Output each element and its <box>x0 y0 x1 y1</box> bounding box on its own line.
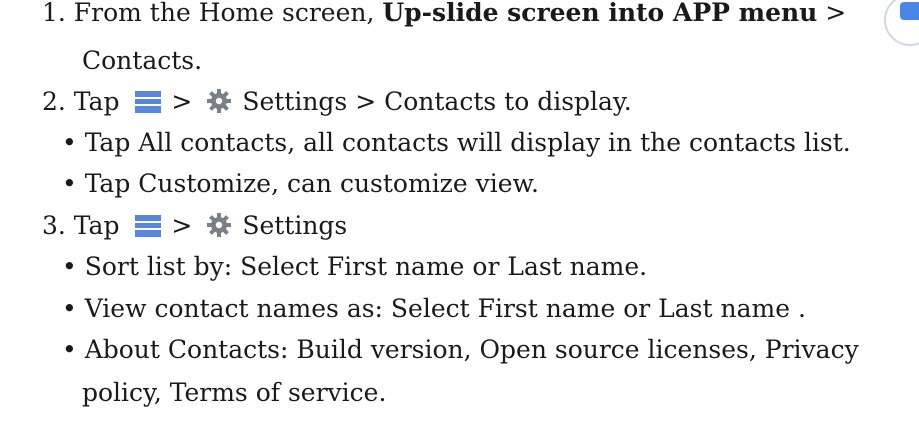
menu-icon <box>135 215 162 237</box>
step1-line1: 1. From the Home screen, Up-slide screen… <box>42 0 846 30</box>
step2-separator: > <box>171 87 193 116</box>
step2-prefix: 2. Tap <box>42 87 120 116</box>
step3-prefix: 3. Tap <box>42 211 120 240</box>
step1-line2: Contacts. <box>82 46 203 75</box>
step1-bold-text: Up-slide screen into APP menu <box>382 0 818 27</box>
contacts-app-icon <box>884 0 919 46</box>
gear-icon <box>207 89 232 113</box>
step3-bullet-2: • View contact names as: Select First na… <box>62 294 806 323</box>
step3-settings-text: Settings <box>242 211 348 240</box>
step3-bullet-1: • Sort list by: Select First name or Las… <box>62 252 648 281</box>
step1-suffix: > <box>817 0 847 27</box>
menu-icon <box>135 91 162 113</box>
step3-bullet-3-continued: policy, Terms of service. <box>82 378 387 407</box>
step2-settings-text: Settings > Contacts to display. <box>242 87 632 116</box>
gear-icon <box>207 213 232 237</box>
step2-bullet-1: • Tap All contacts, all contacts will di… <box>62 128 851 157</box>
instruction-page: 1. From the Home screen, Up-slide screen… <box>0 0 919 432</box>
step2-line: 2. Tap > Settings > Contacts to display. <box>42 85 632 119</box>
step2-bullet-2: • Tap Customize, can customize view. <box>62 169 539 198</box>
step3-bullet-3: • About Contacts: Build version, Open so… <box>62 335 859 364</box>
step3-separator: > <box>171 211 193 240</box>
step3-line: 3. Tap > Settings <box>42 209 347 243</box>
step1-prefix: 1. From the Home screen, <box>42 0 383 27</box>
